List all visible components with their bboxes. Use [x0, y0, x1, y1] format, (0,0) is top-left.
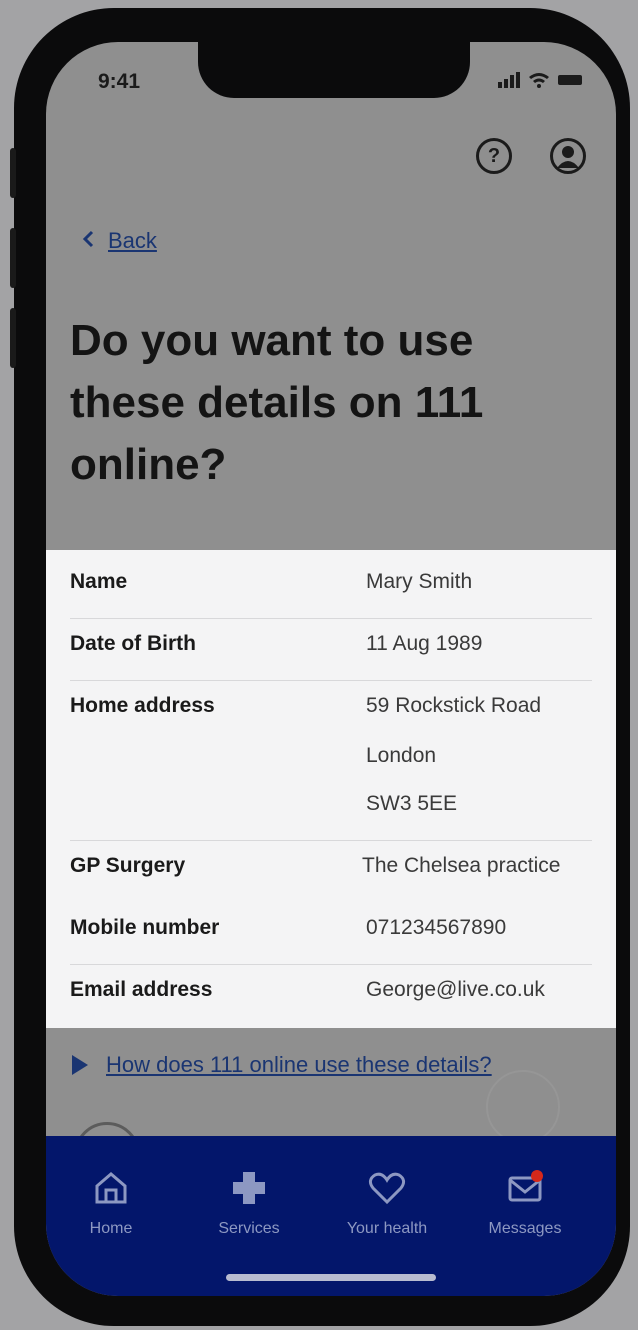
- chevron-left-icon: [82, 228, 94, 254]
- detail-value: 11 Aug 1989: [366, 632, 483, 655]
- notch: [198, 42, 470, 98]
- cross-icon: [233, 1172, 265, 1204]
- back-label: Back: [108, 228, 157, 253]
- detail-row-gp: GP Surgery The Chelsea practice: [70, 840, 592, 902]
- triangle-right-icon: [72, 1055, 88, 1075]
- detail-row-email: Email address George@live.co.uk: [70, 964, 592, 1026]
- detail-label: Email address: [70, 978, 213, 1001]
- detail-label: Name: [70, 570, 128, 593]
- detail-value: 071234567890: [366, 916, 507, 939]
- details-disclosure[interactable]: How does 111 online use these details?: [72, 1052, 492, 1078]
- mute-switch: [10, 148, 16, 198]
- tab-your-health[interactable]: Your health: [332, 1166, 442, 1238]
- home-icon: [95, 1172, 127, 1204]
- tab-services[interactable]: Services: [194, 1166, 304, 1238]
- notification-badge: [531, 1170, 543, 1182]
- detail-label: Date of Birth: [70, 632, 196, 655]
- detail-value: SW3 5EE: [366, 792, 458, 815]
- detail-value: London: [366, 744, 437, 767]
- tab-services-label: Services: [218, 1220, 280, 1237]
- details-card: Name Mary Smith Date of Birth 11 Aug 198…: [46, 550, 616, 1028]
- volume-down-button: [10, 308, 16, 368]
- heart-icon: [368, 1172, 406, 1205]
- disclosure-label: How does 111 online use these details?: [106, 1052, 492, 1077]
- detail-label: Mobile number: [70, 916, 220, 939]
- wifi-icon: [529, 73, 549, 88]
- status-time: 9:41: [98, 70, 141, 93]
- battery-icon: [558, 75, 582, 85]
- detail-value: 59 Rockstick Road: [366, 694, 542, 717]
- tab-bar: Home Services Your health Messages: [46, 1136, 616, 1296]
- detail-row-address: Home address 59 Rockstick Road London SW…: [70, 680, 592, 841]
- detail-value: Mary Smith: [366, 570, 473, 593]
- detail-label: Home address: [70, 694, 215, 717]
- envelope-icon: [508, 1170, 543, 1202]
- tab-home-label: Home: [89, 1220, 133, 1237]
- loading-spinner: [486, 1070, 560, 1144]
- account-icon[interactable]: [550, 138, 586, 174]
- detail-label: GP Surgery: [70, 854, 186, 877]
- app-screen: 9:41 ? Back Do you want to use these det…: [46, 42, 616, 1296]
- detail-row-name: Name Mary Smith: [70, 556, 592, 619]
- help-icon[interactable]: ?: [476, 138, 512, 174]
- detail-value: George@live.co.uk: [366, 978, 545, 1001]
- page-title: Do you want to use these details on 111 …: [70, 316, 484, 489]
- detail-row-dob: Date of Birth 11 Aug 1989: [70, 618, 592, 681]
- back-link[interactable]: Back: [82, 228, 157, 254]
- tab-messages-label: Messages: [488, 1220, 562, 1237]
- detail-row-mobile: Mobile number 071234567890: [70, 902, 592, 965]
- detail-value: The Chelsea practice: [362, 854, 561, 877]
- tab-your-health-label: Your health: [346, 1220, 428, 1237]
- status-icons: [498, 72, 584, 88]
- header-actions: ?: [476, 138, 586, 174]
- tab-home[interactable]: Home: [56, 1166, 166, 1238]
- volume-up-button: [10, 228, 16, 288]
- signal-icon: [498, 72, 520, 88]
- tab-messages[interactable]: Messages: [470, 1166, 580, 1238]
- home-indicator: [226, 1274, 436, 1281]
